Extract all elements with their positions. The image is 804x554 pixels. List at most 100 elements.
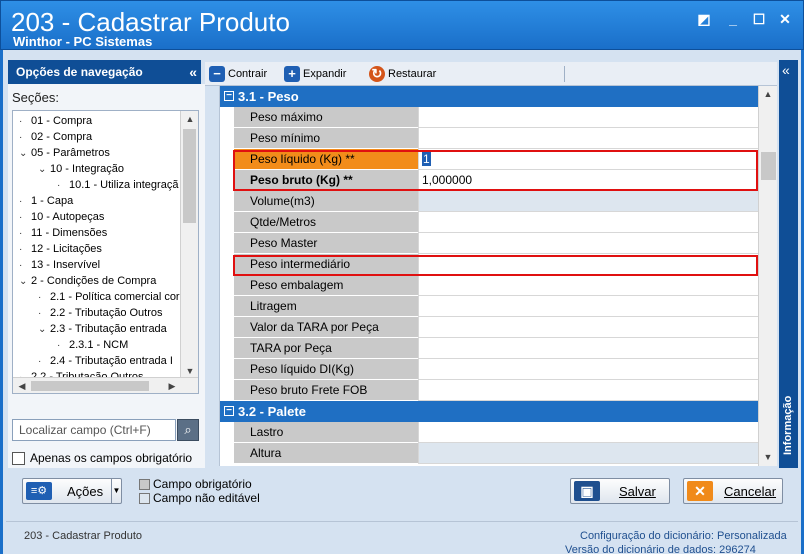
expand-right-icon[interactable]: « [782, 62, 790, 78]
tree-item-label: 2.3.1 - NCM [69, 339, 129, 351]
property-value-field[interactable] [418, 212, 758, 233]
property-row[interactable]: Peso mínimo [220, 128, 758, 149]
property-value-field[interactable] [418, 191, 758, 212]
salvar-label: Salvar [619, 484, 656, 499]
property-label: Litragem [234, 296, 418, 317]
tree-item[interactable]: · 11 - Dimensões [19, 225, 107, 241]
tree-item[interactable]: · 10 - Autopeças [19, 209, 104, 225]
tree-item[interactable]: ⌄ 2.3 - Tributação entrada [38, 321, 167, 337]
tree-horizontal-scrollbar[interactable]: ◀ ▶ [13, 377, 198, 393]
actions-icon: ≡⚙ [26, 482, 52, 500]
collapse-left-icon[interactable]: « [189, 60, 197, 84]
section-tree[interactable]: · 01 - Compra · 02 - Compra ⌄ 05 - Parâmetros… [12, 110, 199, 394]
scroll-left-icon[interactable]: ◀ [13, 378, 31, 393]
tree-line-icon: · [38, 292, 42, 303]
close-icon[interactable]: ✕ [777, 11, 793, 27]
property-label: Volume(m3) [234, 191, 418, 212]
tree-line-icon: · [19, 212, 23, 223]
property-row[interactable]: Peso máximo [220, 107, 758, 128]
property-value-field[interactable] [418, 359, 758, 380]
category-label: 3.1 - Peso [238, 89, 299, 104]
expandir-label: Expandir [303, 68, 347, 80]
property-row[interactable]: Peso embalagem [220, 275, 758, 296]
contrair-button[interactable]: − Contrair [209, 66, 267, 84]
dropdown-arrow-icon[interactable]: ▼ [111, 479, 121, 503]
tree-item[interactable]: ⌄ 2 - Condições de Compra [19, 273, 156, 289]
restaurar-button[interactable]: ↻ Restaurar [369, 66, 436, 84]
search-icon[interactable]: ⌕ [177, 419, 199, 441]
salvar-button[interactable]: ▣ Salvar [570, 478, 670, 504]
property-row[interactable]: Valor da TARA por Peça [220, 317, 758, 338]
minimize-icon[interactable]: _ [725, 11, 741, 27]
tree-item[interactable]: · 12 - Licitações [19, 241, 102, 257]
scroll-up-icon[interactable]: ▲ [181, 111, 198, 127]
tree-vertical-scrollbar[interactable]: ▲ ▼ [180, 111, 198, 379]
property-value-field[interactable] [418, 317, 758, 338]
property-value-field[interactable] [418, 338, 758, 359]
property-label: Valor da TARA por Peça [234, 317, 418, 338]
tree-hscroll-thumb[interactable] [31, 381, 149, 391]
tree-item-label: 2.2 - Tributação Outros [50, 307, 163, 319]
property-value-field[interactable] [418, 296, 758, 317]
category-row[interactable]: −3.1 - Peso [220, 86, 758, 107]
property-row[interactable]: TARA por Peça [220, 338, 758, 359]
tree-item-label: 10.1 - Utiliza integraçã [69, 179, 179, 191]
grid-scroll-down-icon[interactable]: ▼ [759, 449, 777, 465]
scroll-right-icon[interactable]: ▶ [163, 378, 181, 393]
property-value-field[interactable] [418, 380, 758, 401]
tree-item[interactable]: · 13 - Inservível [19, 257, 100, 273]
tree-expand-icon[interactable]: ⌄ [38, 322, 50, 338]
property-row[interactable]: Qtde/Metros [220, 212, 758, 233]
status-config-label: Configuração do dicionário: [580, 530, 714, 542]
collapse-category-icon[interactable]: − [224, 91, 234, 101]
grid-scroll-up-icon[interactable]: ▲ [759, 86, 777, 102]
tree-expand-icon[interactable]: ⌄ [19, 274, 31, 290]
property-value-field[interactable] [418, 422, 758, 443]
tree-expand-icon[interactable]: ⌄ [38, 162, 50, 178]
property-value-field[interactable] [418, 233, 758, 254]
tree-line-icon: · [38, 308, 42, 319]
restaurar-label: Restaurar [388, 68, 437, 80]
property-value-field[interactable] [418, 443, 758, 464]
tree-item[interactable]: ⌄ 05 - Parâmetros [19, 145, 110, 161]
property-row[interactable]: Peso líquido DI(Kg) [220, 359, 758, 380]
property-row[interactable]: Lastro [220, 422, 758, 443]
help-icon[interactable]: ◩ [696, 11, 712, 27]
tree-item[interactable]: · 02 - Compra [19, 129, 92, 145]
property-value-field[interactable] [418, 128, 758, 149]
property-row[interactable]: Litragem [220, 296, 758, 317]
grid-scroll-thumb[interactable] [761, 152, 776, 180]
tree-item[interactable]: · 2.1 - Política comercial cor [38, 289, 180, 305]
property-label: Peso bruto Frete FOB [234, 380, 418, 401]
property-row[interactable]: Peso Master [220, 233, 758, 254]
property-row[interactable]: Volume(m3) [220, 191, 758, 212]
tree-expand-icon[interactable]: ⌄ [19, 146, 31, 162]
tree-item[interactable]: · 2.4 - Tributação entrada I [38, 353, 173, 369]
property-row[interactable]: Peso bruto Frete FOB [220, 380, 758, 401]
property-label: Qtde/Metros [234, 212, 418, 233]
tree-item-label: 02 - Compra [31, 131, 93, 143]
tree-scroll-thumb[interactable] [183, 129, 196, 223]
search-input[interactable]: Localizar campo (Ctrl+F) [12, 419, 176, 441]
tree-item[interactable]: ⌄ 10 - Integração [38, 161, 124, 177]
collapse-category-icon[interactable]: − [224, 406, 234, 416]
cancelar-button[interactable]: ✕ Cancelar [683, 478, 783, 504]
property-row[interactable]: Altura [220, 443, 758, 464]
nav-header-label: Opções de navegação [16, 65, 143, 79]
expandir-button[interactable]: + Expandir [284, 66, 346, 84]
only-required-checkbox[interactable] [12, 452, 25, 465]
plus-icon: + [284, 66, 300, 83]
property-value-field[interactable] [418, 275, 758, 296]
nav-header: Opções de navegação « [8, 60, 201, 84]
tree-item[interactable]: · 01 - Compra [19, 113, 92, 129]
property-value-field[interactable] [418, 107, 758, 128]
tree-item[interactable]: · 2.3.1 - NCM [57, 337, 128, 353]
grid-vertical-scrollbar[interactable]: ▲ ▼ [758, 86, 777, 466]
tree-item[interactable]: · 10.1 - Utiliza integraçã [57, 177, 178, 193]
category-row[interactable]: −3.2 - Palete [220, 401, 758, 422]
maximize-icon[interactable]: ☐ [751, 11, 767, 27]
tree-item[interactable]: · 2.2 - Tributação Outros [38, 305, 163, 321]
status-config-value: Personalizada [716, 530, 787, 542]
tree-item[interactable]: · 1 - Capa [19, 193, 73, 209]
acoes-button[interactable]: ≡⚙ Ações ▼ [22, 478, 122, 504]
